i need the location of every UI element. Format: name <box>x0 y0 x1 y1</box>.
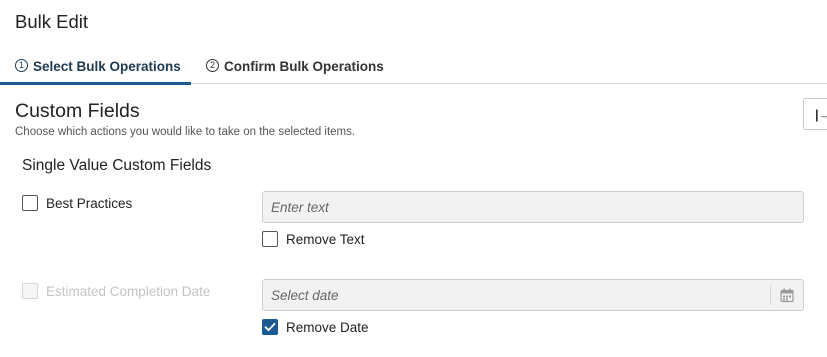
step-number-badge: 2 <box>206 58 219 72</box>
tab-label: Confirm Bulk Operations <box>224 58 384 74</box>
input-divider <box>770 285 771 305</box>
estimated-completion-date-label: Estimated Completion Date <box>46 284 211 299</box>
bulk-edit-page: Bulk Edit 1 Select Bulk Operations 2 Con… <box>0 0 827 357</box>
section-subtitle: Choose which actions you would like to t… <box>15 126 356 138</box>
input-placeholder: Enter text <box>271 200 329 215</box>
step-number-badge: 1 <box>15 58 28 72</box>
tab-select-bulk-operations[interactable]: 1 Select Bulk Operations <box>0 48 191 85</box>
best-practices-checkbox[interactable] <box>22 195 38 211</box>
best-practices-label: Best Practices <box>46 196 133 211</box>
group-title: Single Value Custom Fields <box>22 157 212 174</box>
section-title: Custom Fields <box>15 100 140 122</box>
collapse-panel-button[interactable]: |→ <box>803 98 827 130</box>
best-practices-text-input[interactable]: Enter text <box>262 191 804 223</box>
estimated-completion-date-checkbox[interactable] <box>22 283 38 299</box>
input-placeholder: Select date <box>271 288 339 303</box>
remove-date-label: Remove Date <box>286 320 369 335</box>
estimated-completion-date-input[interactable]: Select date <box>262 279 804 311</box>
tab-label: Select Bulk Operations <box>33 58 181 74</box>
checkmark-icon <box>264 322 276 332</box>
remove-date-checkbox[interactable] <box>262 319 278 335</box>
page-title: Bulk Edit <box>15 11 89 32</box>
step-tabs: 1 Select Bulk Operations 2 Confirm Bulk … <box>0 48 827 85</box>
tab-confirm-bulk-operations[interactable]: 2 Confirm Bulk Operations <box>206 48 384 84</box>
remove-text-checkbox[interactable] <box>262 231 278 247</box>
remove-text-label: Remove Text <box>286 232 365 247</box>
calendar-icon[interactable] <box>780 288 794 308</box>
